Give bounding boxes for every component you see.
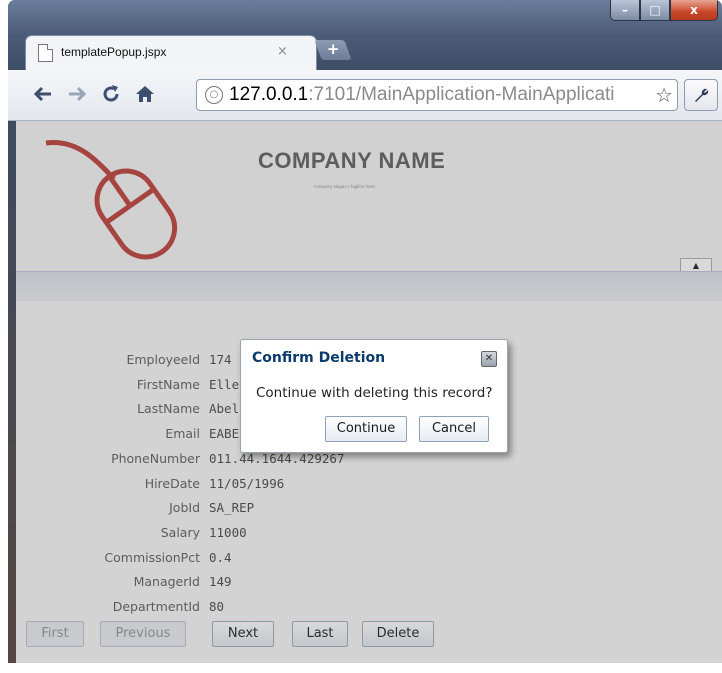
tab-title: templatePopup.jspx [61, 45, 167, 59]
reload-icon [103, 85, 119, 102]
home-icon [136, 86, 154, 102]
url-host: 127.0.0.1 [229, 84, 309, 105]
bookmark-star-icon[interactable]: ☆ [653, 83, 673, 107]
confirm-dialog: Confirm Deletion ✕ Continue with deletin… [240, 339, 508, 453]
window-edge [8, 76, 16, 663]
dialog-message: Continue with deleting this record? [256, 385, 493, 401]
globe-icon: ○ [205, 86, 223, 104]
page-icon [38, 44, 53, 62]
back-arrow-icon [33, 86, 51, 102]
wrench-icon [695, 88, 709, 102]
tab-close-icon[interactable]: × [277, 44, 288, 59]
maximize-button[interactable]: □ [640, 0, 670, 21]
cancel-button[interactable]: Cancel [419, 416, 489, 442]
dialog-title: Confirm Deletion [252, 350, 386, 366]
forward-arrow-icon [69, 86, 87, 102]
reload-button[interactable] [98, 80, 124, 108]
url-path: :7101/MainApplication-MainApplicati [308, 84, 615, 105]
browser-tab[interactable]: templatePopup.jspx × [26, 36, 316, 72]
wrench-menu-button[interactable] [684, 79, 718, 111]
url-text[interactable]: 127.0.0.1:7101/MainApplication-MainAppli… [229, 84, 615, 106]
continue-button[interactable]: Continue [325, 416, 407, 442]
back-button[interactable] [30, 80, 56, 108]
close-window-button[interactable]: x [670, 0, 718, 21]
minimize-button[interactable]: – [610, 0, 640, 21]
forward-button[interactable] [64, 80, 90, 108]
browser-toolbar: ○ 127.0.0.1:7101/MainApplication-MainApp… [8, 70, 722, 121]
dialog-close-icon[interactable]: ✕ [481, 351, 497, 367]
home-button[interactable] [132, 80, 158, 108]
address-bar[interactable]: ○ 127.0.0.1:7101/MainApplication-MainApp… [196, 79, 678, 111]
caption-buttons: – □ x [610, 0, 718, 22]
plus-icon: + [326, 40, 340, 58]
